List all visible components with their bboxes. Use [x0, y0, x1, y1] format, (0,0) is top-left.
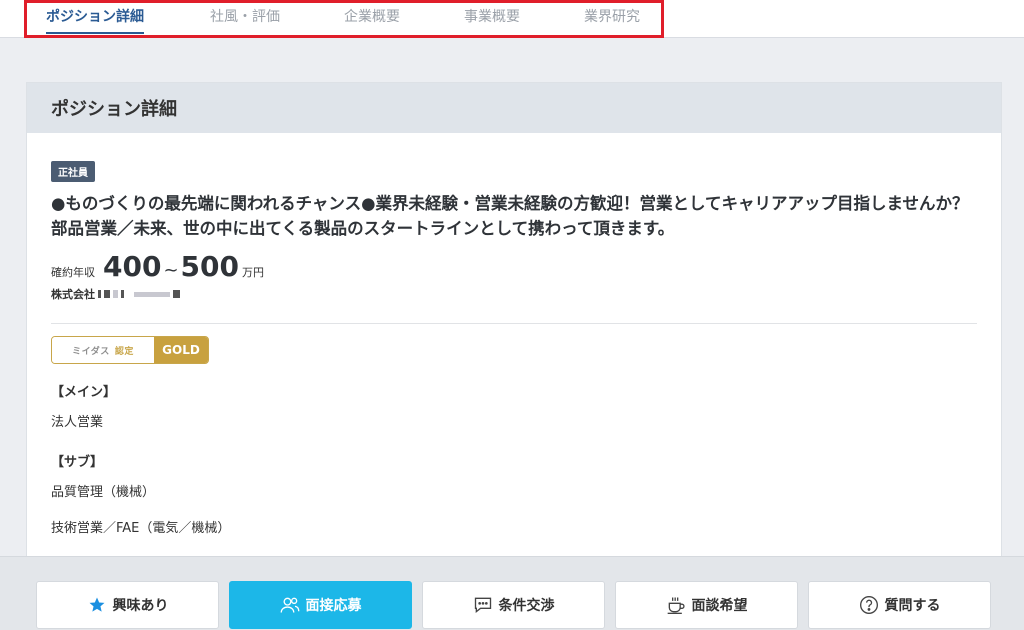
sub-job-heading: 【サブ】: [51, 455, 104, 470]
cert-brand-name: ミイダス: [72, 346, 110, 357]
redacted-text: [121, 290, 124, 298]
salary-min: 400: [103, 250, 162, 283]
negotiate-conditions-button[interactable]: 条件交渉: [422, 581, 605, 629]
sub-job-item: 品質管理（機械）: [51, 485, 156, 500]
position-details-card: ポジション詳細 正社員 ●ものづくりの最先端に関われるチャンス●業界未経験・営業…: [26, 82, 1002, 582]
coffee-cup-icon: [666, 595, 686, 615]
interested-label: 興味あり: [112, 598, 169, 614]
apply-interview-button[interactable]: 面接応募: [229, 581, 412, 629]
question-circle-icon: [859, 595, 879, 615]
card-body: 正社員 ●ものづくりの最先端に関われるチャンス●業界未経験・営業未経験の方歓迎！…: [27, 133, 1001, 536]
negotiate-conditions-label: 条件交渉: [498, 598, 555, 614]
company-name: 株式会社: [51, 286, 977, 302]
interested-button[interactable]: 興味あり: [36, 581, 219, 629]
salary-separator: ~: [163, 260, 179, 281]
cert-brand: ミイダス 認定: [52, 337, 154, 363]
company-prefix: 株式会社: [51, 288, 95, 301]
request-meeting-label: 面談希望: [691, 598, 748, 614]
salary-label: 確約年収: [51, 266, 95, 279]
apply-interview-label: 面接応募: [305, 598, 362, 614]
salary-row: 確約年収 400 ~ 500 万円: [51, 250, 977, 283]
main-job-item: 法人営業: [51, 415, 104, 430]
redacted-text: [98, 290, 101, 298]
star-icon: [87, 595, 107, 615]
request-meeting-button[interactable]: 面談希望: [615, 581, 798, 629]
cert-label: 認定: [114, 346, 134, 357]
certification-badge: ミイダス 認定 GOLD: [51, 336, 209, 364]
job-title: ●ものづくりの最先端に関われるチャンス●業界未経験・営業未経験の方歓迎！営業とし…: [51, 194, 969, 238]
redacted-text: [113, 290, 118, 298]
ask-question-button[interactable]: 質問する: [808, 581, 991, 629]
salary-unit: 万円: [242, 266, 264, 279]
bottom-action-bar: 興味あり 面接応募 条件交渉 面談希望 質問する: [0, 556, 1024, 630]
redacted-text: [104, 290, 110, 298]
chat-icon: [473, 595, 493, 615]
users-icon: [280, 595, 300, 615]
card-title: ポジション詳細: [27, 83, 1001, 133]
top-tab-bar: ポジション詳細 社風・評価 企業概要 事業概要 業界研究: [0, 0, 1024, 38]
sub-job-item: 技術営業／FAE（電気／機械）: [51, 521, 231, 536]
redacted-text: [173, 290, 180, 298]
tab-highlight-outline: [24, 0, 664, 38]
redacted-text: [134, 291, 170, 297]
main-job-heading: 【メイン】: [51, 385, 117, 400]
employment-type-badge: 正社員: [51, 161, 95, 182]
cert-level: GOLD: [154, 337, 208, 363]
ask-question-label: 質問する: [884, 598, 941, 614]
salary-max: 500: [180, 250, 239, 283]
divider: [51, 323, 977, 324]
